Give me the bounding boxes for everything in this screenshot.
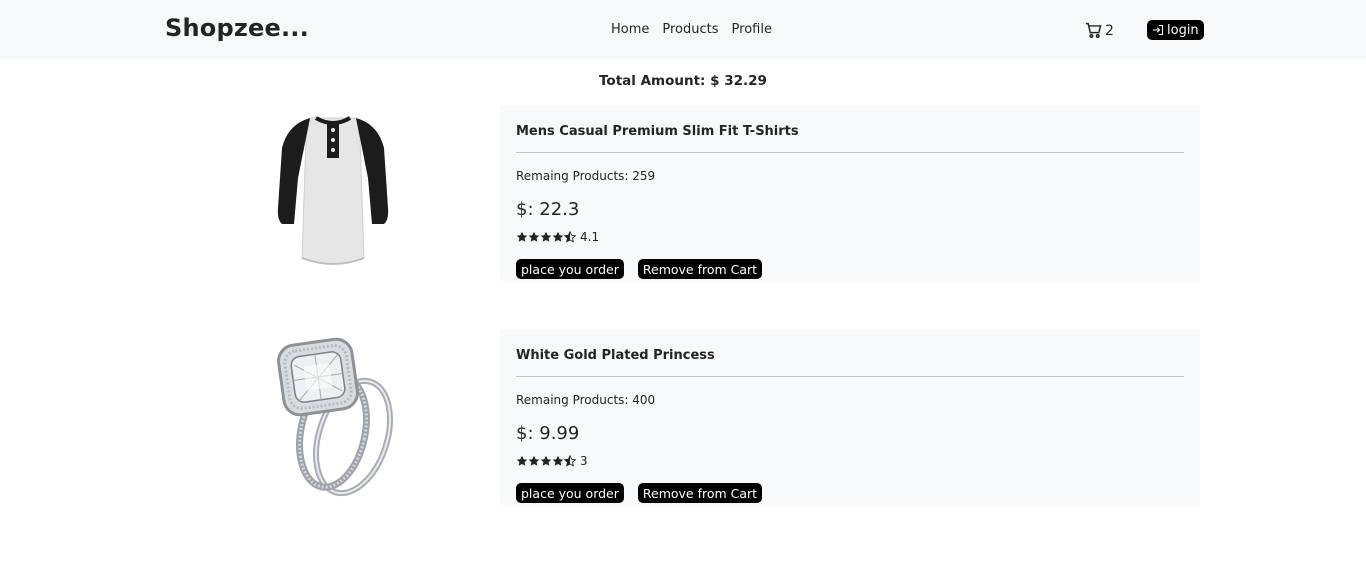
star-full-icon [516,455,528,466]
divider [516,152,1184,153]
place-order-button[interactable]: place you order [516,483,624,503]
rating-stars [516,455,576,467]
remove-from-cart-button[interactable]: Remove from Cart [637,483,763,503]
card-actions: place you order Remove from Cart [516,483,763,503]
nav-links: Home Products Profile [611,22,772,37]
navbar: Shopzee... Home Products Profile 2 login [0,0,1366,59]
nav-link-profile[interactable]: Profile [732,22,772,37]
brand-logo[interactable]: Shopzee... [165,14,309,42]
product-stock: Remaing Products: 259 [516,169,656,183]
product-price: $: 9.99 [516,423,580,444]
cart-count: 2 [1105,22,1114,39]
rating-value: 4.1 [580,230,600,244]
raglan-tshirt-image [277,115,389,265]
star-full-icon [540,231,552,242]
star-full-icon [528,231,540,242]
rating-stars [516,231,576,243]
star-full-icon [528,455,540,466]
product-image [258,106,408,274]
login-button[interactable]: login [1147,20,1204,40]
product-rating: 4.1 [516,230,599,244]
star-full-icon [540,455,552,466]
diamond-ring-image [277,337,393,496]
product-card: White Gold Plated Princess Remaing Produ… [500,330,1200,505]
place-order-button[interactable]: place you order [516,259,624,279]
product-title: White Gold Plated Princess [516,348,715,363]
cart-button[interactable]: 2 [1085,22,1114,39]
divider [516,376,1184,377]
remove-from-cart-button[interactable]: Remove from Cart [637,259,763,279]
star-full-icon [552,455,564,466]
rating-value: 3 [580,454,588,468]
star-full-icon [552,231,564,242]
star-half-icon [564,455,576,467]
product-image [258,330,408,498]
star-full-icon [516,231,528,242]
product-price: $: 22.3 [516,199,580,220]
star-half-icon [564,231,576,243]
login-icon [1152,24,1164,36]
card-actions: place you order Remove from Cart [516,259,763,279]
nav-link-home[interactable]: Home [611,22,649,37]
cart-icon [1085,22,1102,39]
product-card: Mens Casual Premium Slim Fit T-Shirts Re… [500,106,1200,281]
login-label: login [1167,22,1199,38]
product-stock: Remaing Products: 400 [516,393,656,407]
product-rating: 3 [516,454,588,468]
nav-link-products[interactable]: Products [662,22,718,37]
product-title: Mens Casual Premium Slim Fit T-Shirts [516,124,799,139]
total-amount: Total Amount: $ 32.29 [599,73,767,89]
